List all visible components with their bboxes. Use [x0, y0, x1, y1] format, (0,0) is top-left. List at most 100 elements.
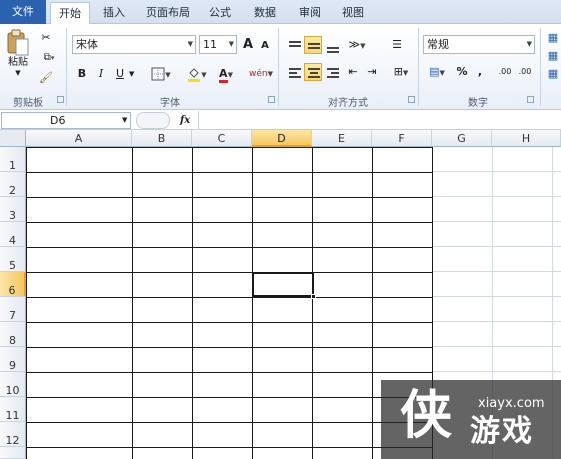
font-name-value: 宋体: [76, 38, 98, 51]
wrap-text-icon: ☰: [392, 38, 402, 51]
number-format-value: 常规: [427, 38, 449, 51]
scissors-icon: ✂: [41, 31, 51, 44]
tab-review[interactable]: 审阅: [290, 2, 330, 24]
column-header-e[interactable]: E: [312, 130, 372, 147]
row-header-5[interactable]: 5: [0, 247, 26, 272]
gridline: [432, 221, 561, 222]
group-label-font: 字体: [160, 98, 180, 109]
row-header-9[interactable]: 9: [0, 347, 26, 372]
paint-bucket-icon: [188, 68, 201, 82]
gridline: [432, 371, 561, 372]
tab-file[interactable]: 文件: [0, 0, 46, 24]
align-top-button[interactable]: [285, 36, 303, 54]
chevron-down-icon: ▼: [187, 40, 193, 48]
row-header-4[interactable]: 4: [0, 222, 26, 247]
accounting-format-button[interactable]: ▤▼: [424, 63, 450, 81]
format-painter-button[interactable]: 🖌: [38, 70, 54, 86]
name-box[interactable]: D6 ▼: [1, 112, 131, 129]
column-header-g[interactable]: G: [432, 130, 492, 147]
row-header-12[interactable]: 12: [0, 422, 26, 447]
insert-function-button[interactable]: fx: [180, 112, 196, 129]
increase-indent-button[interactable]: ⇥: [363, 63, 381, 81]
table-border: [26, 147, 27, 459]
fill-handle[interactable]: [311, 294, 316, 299]
column-header-a[interactable]: A: [26, 130, 132, 147]
phonetic-button[interactable]: wén▼: [247, 63, 275, 83]
row-header-6[interactable]: 6: [0, 272, 26, 297]
alignment-launcher[interactable]: [408, 96, 415, 103]
italic-button[interactable]: I: [93, 63, 109, 83]
tab-insert[interactable]: 插入: [94, 2, 134, 24]
tab-formulas[interactable]: 公式: [200, 2, 240, 24]
column-header-b[interactable]: B: [132, 130, 192, 147]
row-header-3[interactable]: 3: [0, 197, 26, 222]
orientation-button[interactable]: ≫▼: [345, 36, 369, 54]
fill-color-button[interactable]: ▼: [184, 63, 210, 83]
align-center-button[interactable]: [304, 63, 322, 81]
row-header-11[interactable]: 11: [0, 397, 26, 422]
copy-button[interactable]: ⧉▾: [38, 50, 60, 66]
format-as-table-button[interactable]: ▦: [545, 48, 561, 64]
tab-view[interactable]: 视图: [333, 2, 373, 24]
number-launcher[interactable]: [527, 96, 534, 103]
name-box-value: D6: [50, 114, 66, 127]
tab-data[interactable]: 数据: [245, 2, 285, 24]
underline-button[interactable]: U: [112, 63, 128, 83]
border-grid-icon: [151, 67, 165, 81]
number-format-combo[interactable]: 常规 ▼: [423, 35, 535, 54]
comma-style-button[interactable]: ,: [474, 63, 486, 81]
borders-button[interactable]: ▼: [148, 63, 174, 83]
font-color-button[interactable]: A▼: [213, 63, 239, 83]
row-header-8[interactable]: 8: [0, 322, 26, 347]
decrease-indent-button[interactable]: ⇤: [344, 63, 362, 81]
font-size-combo[interactable]: 11 ▼: [199, 35, 237, 54]
row-header-2[interactable]: 2: [0, 172, 26, 197]
gridline: [432, 321, 561, 322]
font-name-combo[interactable]: 宋体 ▼: [72, 35, 196, 54]
align-middle-button[interactable]: [304, 36, 322, 54]
cell-styles-button[interactable]: ▦: [545, 66, 561, 82]
column-header-f[interactable]: F: [372, 130, 432, 147]
wrap-text-button[interactable]: ☰: [388, 36, 406, 54]
paste-button[interactable]: 粘贴 ▼: [3, 28, 33, 90]
shrink-font-button[interactable]: A: [258, 35, 272, 54]
row-header-10[interactable]: 10: [0, 372, 26, 397]
cut-button[interactable]: ✂: [38, 30, 54, 46]
column-header-h[interactable]: H: [492, 130, 561, 147]
table-border: [26, 397, 433, 398]
conditional-format-button[interactable]: ▦: [545, 30, 561, 46]
font-launcher[interactable]: [268, 96, 275, 103]
tab-home[interactable]: 开始: [50, 2, 90, 25]
table-border: [26, 172, 433, 173]
formula-input[interactable]: [198, 111, 561, 130]
indent-icon: ⇥: [367, 65, 377, 78]
percent-style-button[interactable]: %: [454, 63, 470, 81]
align-right-button[interactable]: [323, 63, 341, 81]
grow-font-button[interactable]: A: [240, 35, 256, 54]
row-header-7[interactable]: 7: [0, 297, 26, 322]
group-label-number: 数字: [468, 98, 488, 109]
table-border: [26, 447, 433, 448]
merge-center-button[interactable]: ⊞▼: [388, 63, 414, 81]
table-border: [26, 147, 433, 148]
group-label-clipboard: 剪贴板: [13, 98, 43, 109]
tab-page-layout[interactable]: 页面布局: [140, 2, 196, 24]
row-header-1[interactable]: 1: [0, 147, 26, 172]
formula-bar-dragger[interactable]: [136, 112, 170, 129]
bold-button[interactable]: B: [74, 63, 90, 83]
column-header-d[interactable]: D: [252, 130, 312, 147]
font-color-icon: A: [219, 67, 228, 83]
align-bottom-button[interactable]: [323, 36, 341, 54]
select-all-corner[interactable]: [0, 130, 26, 147]
gridline: [432, 271, 561, 272]
column-header-c[interactable]: C: [192, 130, 252, 147]
gridline: [432, 346, 561, 347]
group-separator: [540, 28, 541, 106]
align-left-button[interactable]: [285, 63, 303, 81]
increase-decimal-button[interactable]: .00: [496, 63, 514, 81]
table-border: [132, 147, 133, 459]
active-cell-d6[interactable]: [252, 272, 314, 297]
decrease-decimal-button[interactable]: .00: [516, 63, 534, 81]
clipboard-launcher[interactable]: [57, 96, 64, 103]
gridline: [432, 171, 561, 172]
